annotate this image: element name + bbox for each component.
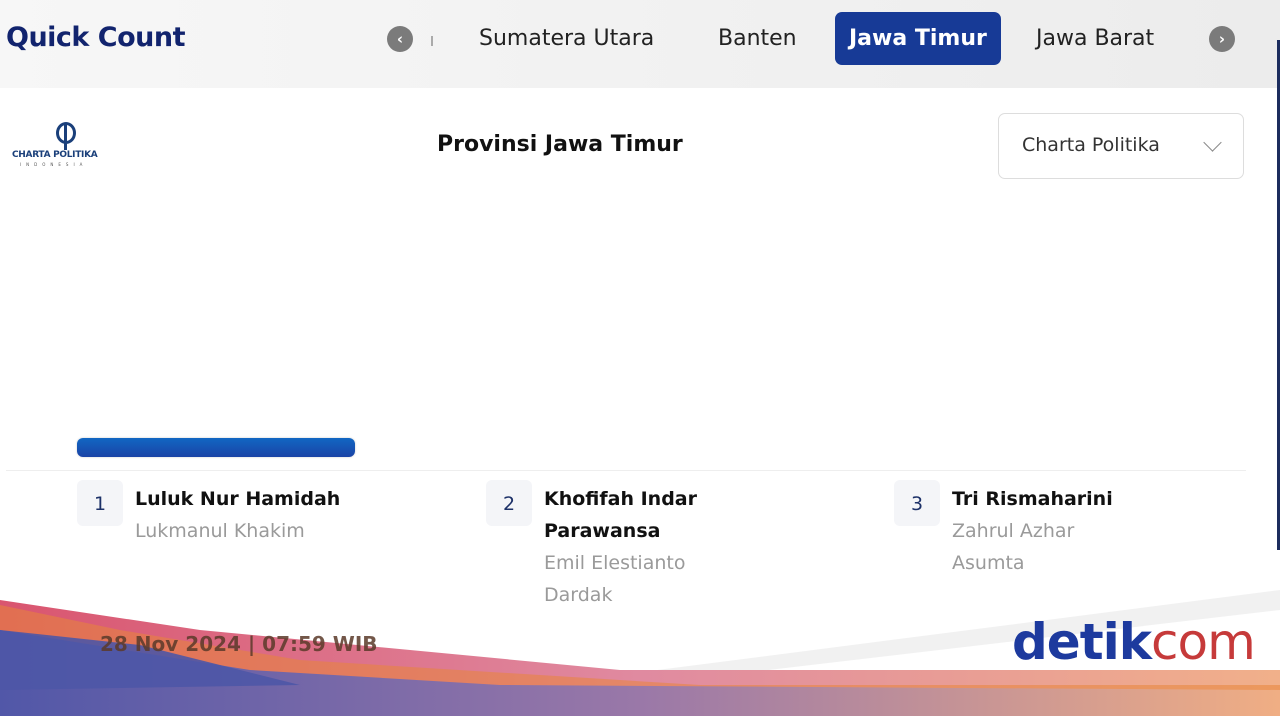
bar-1 [77, 438, 355, 457]
tab-separator [431, 36, 433, 46]
running-mate-name-line-1: Emil Elestianto [544, 552, 686, 574]
brand-part-a: detik [1012, 613, 1152, 671]
running-mate-name-line-1: Zahrul Azhar [952, 520, 1075, 542]
chevron-left-icon[interactable]: ‹ [387, 26, 413, 52]
tab-banten[interactable]: Banten [704, 12, 811, 65]
logo-mark-stroke [64, 124, 67, 150]
detikcom-logo: detikcom [1012, 613, 1256, 671]
timestamp: 28 Nov 2024 | 07:59 WIB [100, 632, 378, 656]
tab-jawa-timur[interactable]: Jawa Timur [835, 12, 1001, 65]
logo-text: CHARTA POLITIKA [12, 150, 98, 160]
candidate-number: 3 [894, 480, 940, 526]
chevron-down-icon [1203, 133, 1222, 152]
top-navigation-bar: Quick Count ‹ Sumatera Utara Banten Jawa… [0, 0, 1280, 88]
chart-baseline [6, 470, 1246, 471]
charta-politika-logo: CHARTA POLITIKA INDONESIA [12, 122, 132, 172]
candidate-number: 2 [486, 480, 532, 526]
logo-subtext: INDONESIA [20, 162, 88, 167]
candidate-name-line-1: Khofifah Indar [544, 488, 698, 510]
chevron-right-icon[interactable]: › [1209, 26, 1235, 52]
province-title: Provinsi Jawa Timur [437, 132, 683, 157]
quick-count-title: Quick Count [6, 22, 186, 53]
candidate-name-line-2: Parawansa [544, 520, 661, 542]
pollster-select-value: Charta Politika [1022, 134, 1160, 156]
pollster-select[interactable]: Charta Politika [998, 113, 1244, 179]
tab-jawa-barat[interactable]: Jawa Barat [1022, 12, 1168, 65]
running-mate-name-line-2: Asumta [952, 552, 1025, 574]
candidate-name: Tri Rismaharini [952, 488, 1113, 510]
candidate-name: Luluk Nur Hamidah [135, 488, 341, 510]
running-mate-name: Lukmanul Khakim [135, 520, 305, 542]
candidate-number: 1 [77, 480, 123, 526]
brand-part-b: com [1151, 613, 1256, 671]
tab-sumatera-utara[interactable]: Sumatera Utara [465, 12, 668, 65]
